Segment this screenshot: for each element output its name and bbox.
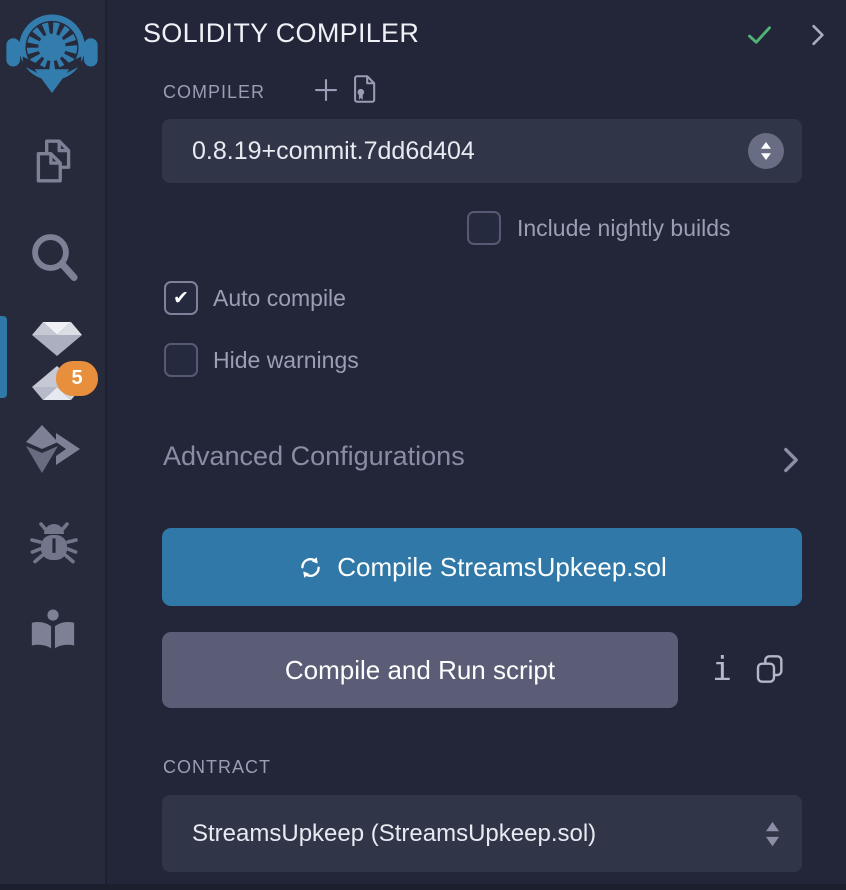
file-explorer-icon[interactable] [29,133,79,189]
compile-success-check-icon [747,25,772,50]
compile-button[interactable]: Compile StreamsUpkeep.sol [162,528,802,606]
active-plugin-indicator [0,316,7,398]
compile-and-run-button[interactable]: Compile and Run script [162,632,678,708]
compiler-section-label: COMPILER [163,82,265,103]
add-compiler-plus-icon[interactable] [311,75,341,105]
select-caret-circle-icon [748,133,784,169]
remix-logo-graphic [5,9,99,93]
remix-ide-window: 5 [0,0,846,890]
search-icon[interactable] [26,226,82,286]
run-button-label: Compile and Run script [285,655,555,686]
collapse-panel-chevron-icon[interactable] [811,24,825,51]
compiler-version-value: 0.8.19+commit.7dd6d404 [192,137,475,166]
remix-logo-icon[interactable] [5,9,99,93]
contract-select-value: StreamsUpkeep (StreamsUpkeep.sol) [192,820,596,848]
include-nightly-label[interactable]: Include nightly builds [517,215,731,242]
copy-icon[interactable] [754,653,786,685]
compiler-license-file-icon[interactable] [350,73,380,105]
auto-compile-checkbox[interactable]: ✔ [164,281,198,315]
contract-select[interactable]: StreamsUpkeep (StreamsUpkeep.sol) [162,795,802,872]
advanced-configurations-toggle[interactable]: Advanced Configurations [163,441,465,472]
deploy-and-run-icon[interactable] [25,423,83,477]
debugger-bug-icon[interactable] [27,517,81,575]
hide-warnings-checkbox[interactable] [164,343,198,377]
include-nightly-checkbox[interactable] [467,211,501,245]
icon-sidebar: 5 [0,0,107,890]
hide-warnings-label[interactable]: Hide warnings [213,347,359,374]
info-icon[interactable]: i [705,646,739,690]
bottom-divider [0,884,846,890]
contract-section-label: CONTRACT [163,757,271,778]
checkmark-icon: ✔ [173,289,189,308]
compiler-version-select[interactable]: 0.8.19+commit.7dd6d404 [162,119,802,183]
solidity-compiler-panel: SOLIDITY COMPILER COMPILER [109,0,846,890]
page-title: SOLIDITY COMPILER [143,18,419,49]
refresh-icon [297,554,324,581]
compiler-error-badge: 5 [56,361,98,396]
select-up-down-carets-icon [765,821,780,852]
compile-button-label: Compile StreamsUpkeep.sol [337,552,666,583]
advanced-chevron-right-icon[interactable] [783,447,799,478]
auto-compile-label[interactable]: Auto compile [213,285,346,312]
learn-book-icon[interactable] [27,604,79,660]
